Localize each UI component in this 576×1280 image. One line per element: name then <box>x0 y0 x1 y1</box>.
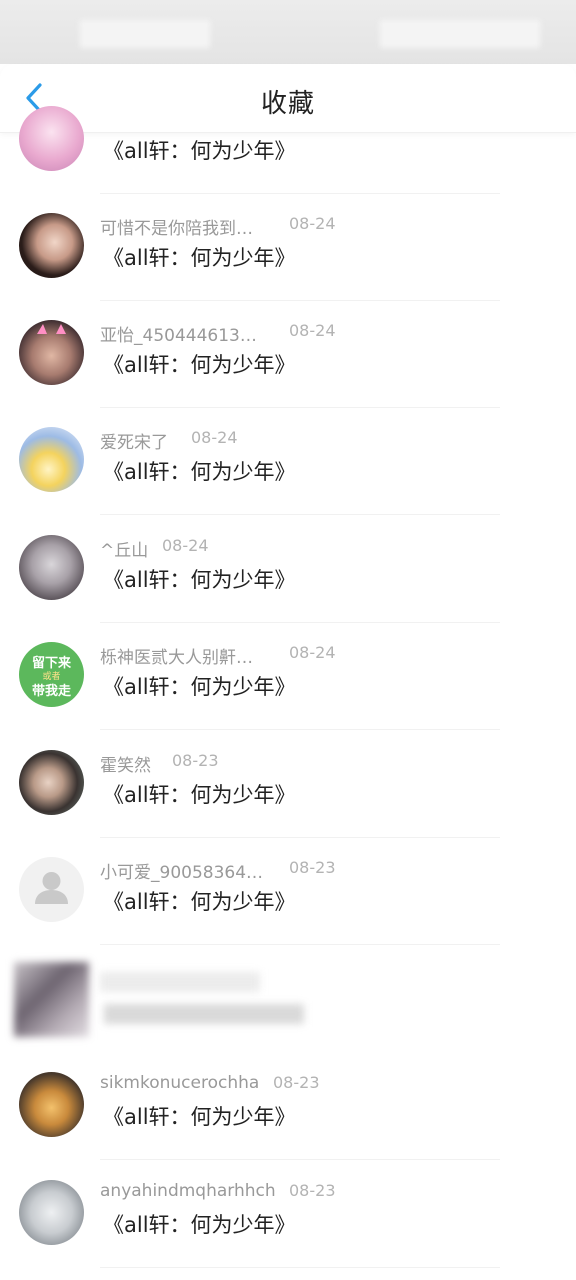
avatar[interactable] <box>14 962 89 1037</box>
date: 08-24 <box>289 643 336 662</box>
favorite-title: 《all轩：何为少年》 <box>103 1213 296 1237</box>
user-name: 亚怡_450444613… <box>100 326 257 346</box>
user-name: ^丘山 <box>100 541 149 561</box>
list-item[interactable]: 可惜不是你陪我到… 08-24 《all轩：何为少年》 <box>0 194 576 301</box>
list-item[interactable]: 霍笑然 08-23 《all轩：何为少年》 <box>0 731 576 838</box>
favorite-title: 《all轩：何为少年》 <box>103 675 296 699</box>
date: 08-24 <box>289 214 336 233</box>
date: 08-23 <box>289 1181 336 1200</box>
user-name: 小可爱_90058364… <box>100 863 264 883</box>
avatar[interactable] <box>19 1072 84 1137</box>
user-name: anyahindmqharhhch <box>100 1181 276 1201</box>
favorite-title: 《all轩：何为少年》 <box>103 353 296 377</box>
default-user-icon <box>35 872 68 904</box>
date: 08-24 <box>162 536 209 555</box>
user-name: 霍笑然 <box>100 756 151 776</box>
list-item[interactable]: 爱死宋了 08-24 《all轩：何为少年》 <box>0 408 576 515</box>
date: 08-23 <box>172 751 219 770</box>
status-bar <box>0 0 576 64</box>
avatar[interactable]: 留下来 或者 带我走 <box>19 642 84 707</box>
divider <box>100 1159 500 1160</box>
avatar[interactable] <box>19 750 84 815</box>
list-item[interactable]: 亚怡_450444613… 08-24 《all轩：何为少年》 <box>0 301 576 408</box>
avatar[interactable] <box>19 427 84 492</box>
favorite-title: 《all轩：何为少年》 <box>103 890 296 914</box>
list-item[interactable]: 《all轩：何为少年》 <box>0 87 576 194</box>
cat-ears-icon <box>37 324 66 334</box>
avatar[interactable] <box>19 535 84 600</box>
list-item[interactable]: sikmkonucerochha 08-23 《all轩：何为少年》 <box>0 1053 576 1160</box>
status-bar-blur <box>380 20 540 48</box>
avatar[interactable] <box>19 320 84 385</box>
blurred-name <box>100 972 260 992</box>
favorite-title: 《all轩：何为少年》 <box>103 568 296 592</box>
date: 08-23 <box>273 1073 320 1092</box>
list-item[interactable]: 小可爱_90058364… 08-23 《all轩：何为少年》 <box>0 838 576 945</box>
list-item[interactable]: ^丘山 08-24 《all轩：何为少年》 <box>0 516 576 623</box>
user-name: sikmkonucerochha <box>100 1073 260 1093</box>
favorite-title: 《all轩：何为少年》 <box>103 139 296 163</box>
avatar[interactable] <box>19 857 84 922</box>
status-bar-blur <box>80 20 210 48</box>
divider <box>100 514 500 515</box>
list-item[interactable]: anyahindmqharhhch 08-23 《all轩：何为少年》 <box>0 1161 576 1268</box>
blurred-message <box>104 1004 304 1024</box>
date: 08-24 <box>289 321 336 340</box>
divider <box>100 1267 500 1268</box>
favorite-title: 《all轩：何为少年》 <box>103 460 296 484</box>
divider <box>100 944 500 945</box>
user-name: 可惜不是你陪我到… <box>100 219 253 239</box>
list-item[interactable] <box>0 946 576 1053</box>
date: 08-24 <box>191 428 238 447</box>
avatar-text: 带我走 <box>31 684 71 699</box>
avatar[interactable] <box>19 1180 84 1245</box>
favorite-title: 《all轩：何为少年》 <box>103 246 296 270</box>
avatar[interactable] <box>19 213 84 278</box>
divider <box>100 729 500 730</box>
avatar[interactable] <box>19 106 84 171</box>
list-item[interactable]: 留下来 或者 带我走 栎神医贰大人别鼾… 08-24 《all轩：何为少年》 <box>0 623 576 730</box>
favorite-title: 《all轩：何为少年》 <box>103 783 296 807</box>
user-name: 爱死宋了 <box>100 433 168 453</box>
user-name: 栎神医贰大人别鼾… <box>100 648 253 668</box>
favorite-title: 《all轩：何为少年》 <box>103 1105 296 1129</box>
date: 08-23 <box>289 858 336 877</box>
